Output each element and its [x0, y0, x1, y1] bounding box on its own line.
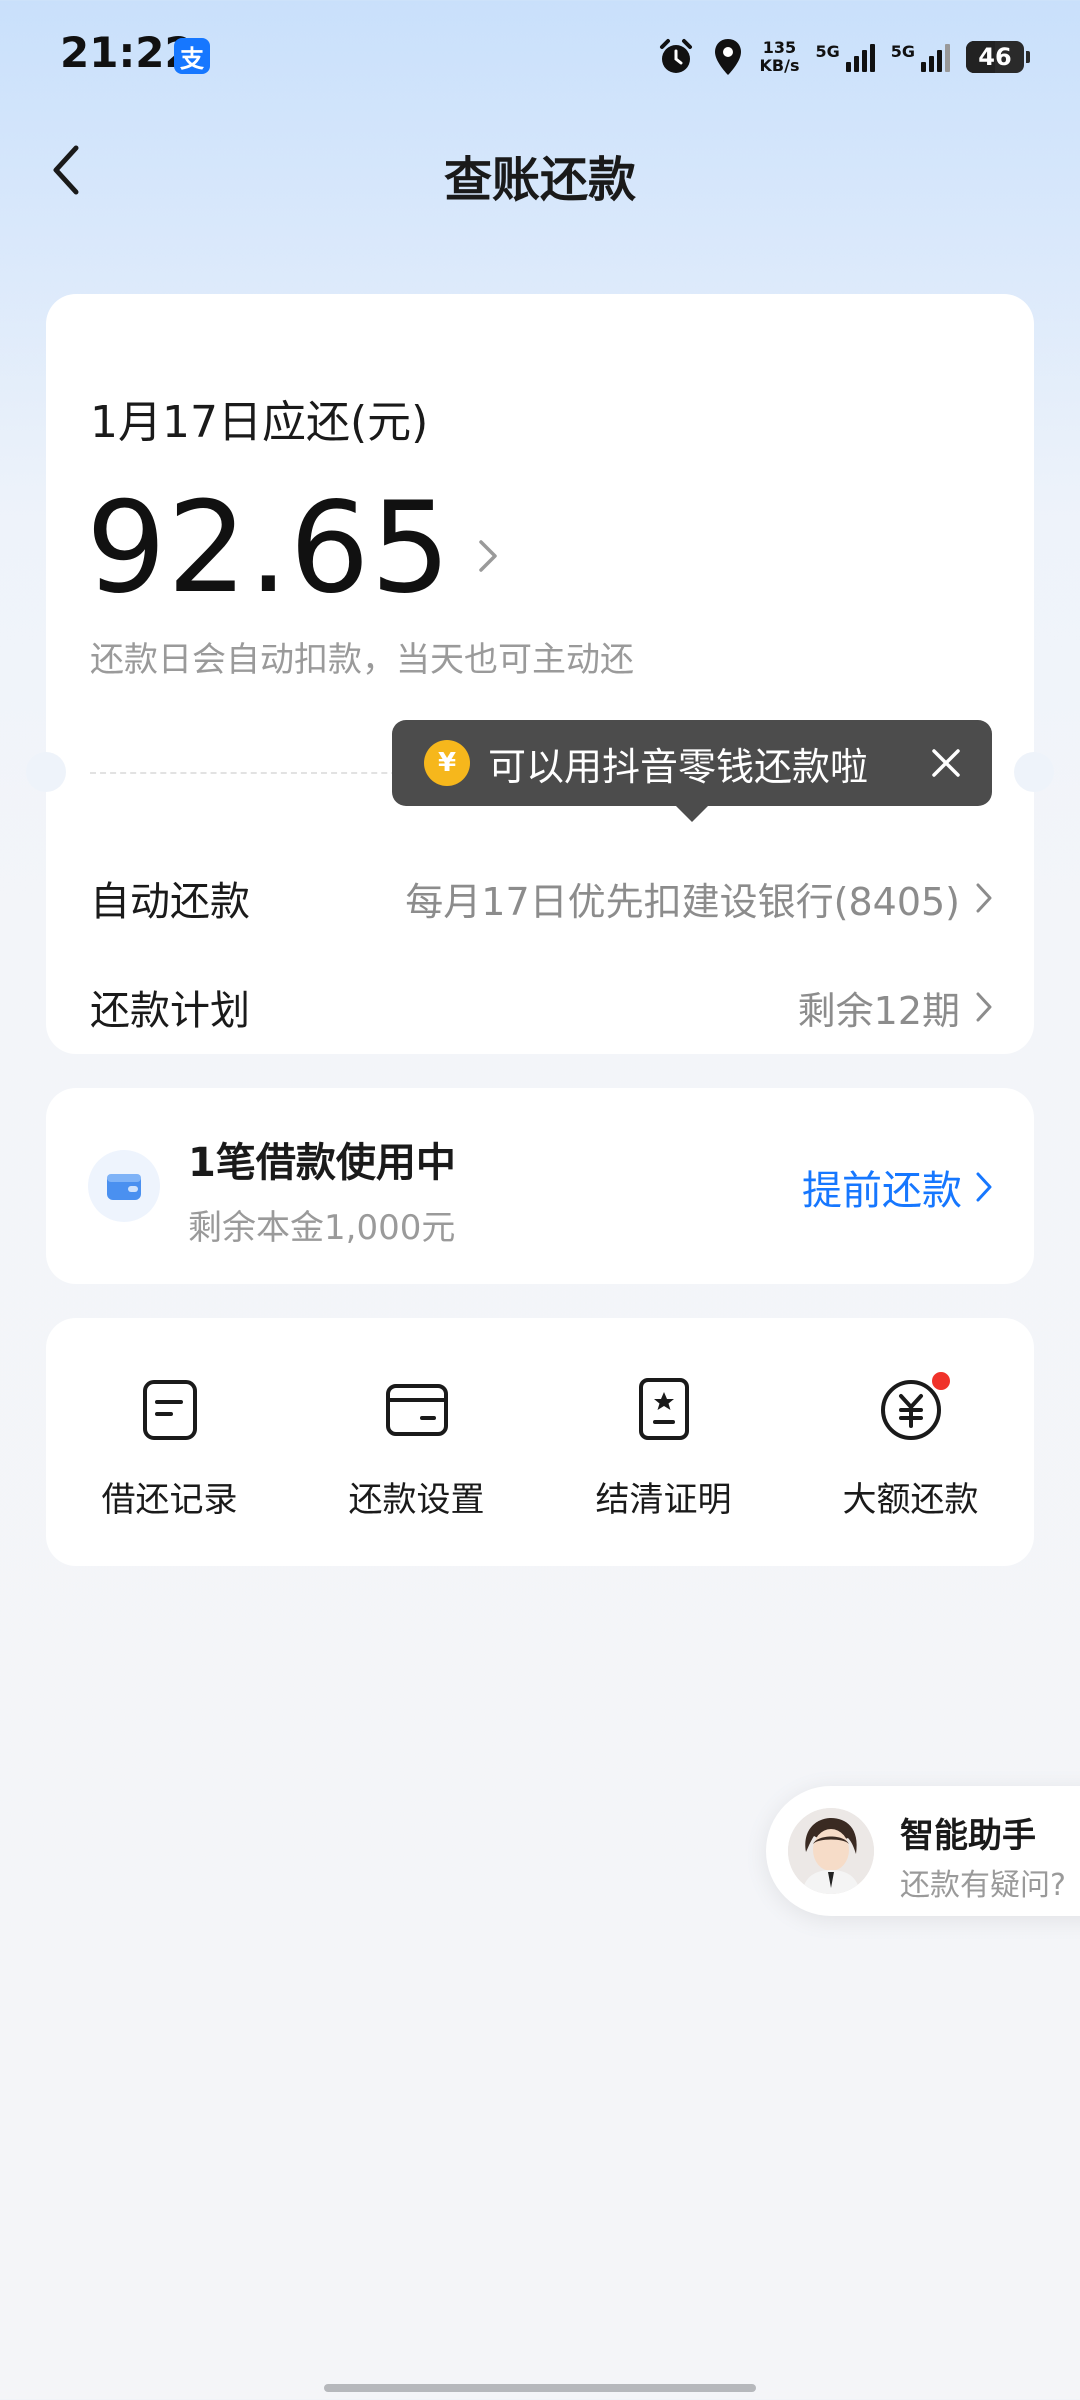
smart-assistant-button[interactable]: 智能助手 还款有疑问? — [766, 1786, 1080, 1916]
network-type-2: 5G — [890, 42, 915, 61]
remaining-principal: 剩余本金1,000元 — [188, 1208, 456, 1248]
record-icon — [142, 1380, 197, 1440]
yuan-circle-icon-wrap — [876, 1370, 952, 1444]
due-date-label: 1月17日应还(元) — [90, 397, 429, 448]
notification-dot — [929, 1370, 952, 1392]
repay-plan-row[interactable]: 还款计划 剩余12期 — [90, 967, 994, 1047]
card-notch-right — [1014, 752, 1054, 792]
battery-icon: 46 — [966, 41, 1030, 73]
signal-icon — [845, 42, 875, 72]
repay-plan-value: 剩余12期 — [797, 988, 960, 1033]
auto-repay-row[interactable]: 自动还款 每月17日优先扣建设银行(8405) — [90, 858, 994, 938]
amount-row[interactable]: 92.65 — [86, 474, 500, 621]
signal-icon-2 — [921, 42, 950, 72]
card-notch-left — [26, 752, 66, 792]
repay-plan-value-wrap[interactable]: 剩余12期 — [798, 980, 994, 1035]
status-icons: 135 KB/s 5G 5G 46 — [656, 32, 1030, 82]
tooltip-text: 可以用抖音零钱还款啦 — [488, 744, 869, 789]
chevron-right-icon[interactable] — [476, 536, 500, 576]
shortcut-label: 大额还款 — [842, 1480, 979, 1520]
chevron-right-icon — [976, 883, 992, 913]
home-indicator[interactable] — [324, 2384, 756, 2392]
speed-unit: KB/s — [759, 56, 800, 75]
shortcut-grid: 借还记录 还款设置 结清证明 大额还款 — [46, 1318, 1034, 1566]
shortcut-label: 借还记录 — [101, 1480, 238, 1520]
repay-plan-label: 还款计划 — [90, 988, 250, 1034]
prepay-label: 提前还款 — [802, 1168, 962, 1214]
alarm-icon — [659, 39, 692, 73]
shortcut-repay-settings[interactable]: 还款设置 — [293, 1318, 540, 1566]
shortcut-label: 还款设置 — [348, 1480, 485, 1520]
prepay-button[interactable]: 提前还款 — [802, 1158, 994, 1216]
auto-repay-label: 自动还款 — [90, 879, 250, 925]
network-type-1: 5G — [815, 42, 840, 61]
assistant-subtitle: 还款有疑问? — [900, 1868, 1066, 1903]
shortcut-large-repayment[interactable]: 大额还款 — [787, 1318, 1034, 1566]
certificate-icon — [638, 1378, 689, 1440]
assistant-avatar — [788, 1808, 874, 1894]
auto-deduct-hint: 还款日会自动扣款，当天也可主动还 — [90, 640, 634, 680]
douyin-wallet-tooltip[interactable]: ¥ 可以用抖音零钱还款啦 — [392, 720, 992, 822]
alipay-notification-icon: 支 — [174, 38, 210, 74]
due-amount[interactable]: 92.65 — [86, 474, 452, 621]
signal-sim2: 5G — [891, 42, 950, 72]
shortcut-settlement-certificate[interactable]: 结清证明 — [540, 1318, 787, 1566]
page-title: 查账还款 — [443, 152, 636, 208]
auto-repay-value: 每月17日优先扣建设银行(8405) — [405, 879, 960, 924]
wallet-card-icon — [385, 1384, 448, 1436]
wallet-icon — [88, 1150, 160, 1222]
assistant-title: 智能助手 — [900, 1816, 1036, 1856]
auto-repay-value-wrap[interactable]: 每月17日优先扣建设银行(8405) — [405, 871, 994, 926]
chevron-right-icon — [976, 1172, 992, 1202]
network-speed: 135 KB/s — [760, 39, 800, 75]
battery-level: 46 — [978, 43, 1012, 71]
status-bar: 21:22 支 135 KB/s 5G 5G 46 — [0, 0, 1080, 110]
chevron-right-icon — [976, 992, 992, 1022]
loan-title: 1笔借款使用中 — [188, 1140, 456, 1186]
shortcut-label: 结清证明 — [595, 1480, 732, 1520]
location-icon — [714, 39, 741, 75]
shortcut-borrow-repay-records[interactable]: 借还记录 — [46, 1318, 293, 1566]
loan-card[interactable]: 1笔借款使用中 剩余本金1,000元 提前还款 — [46, 1088, 1034, 1284]
signal-sim1: 5G — [815, 42, 875, 72]
close-icon[interactable] — [926, 743, 966, 783]
bill-card: 1月17日应还(元) 92.65 还款日会自动扣款，当天也可主动还 自动还款 每… — [26, 294, 1054, 1054]
coin-icon: ¥ — [424, 740, 470, 786]
speed-value: 135 — [762, 38, 797, 57]
